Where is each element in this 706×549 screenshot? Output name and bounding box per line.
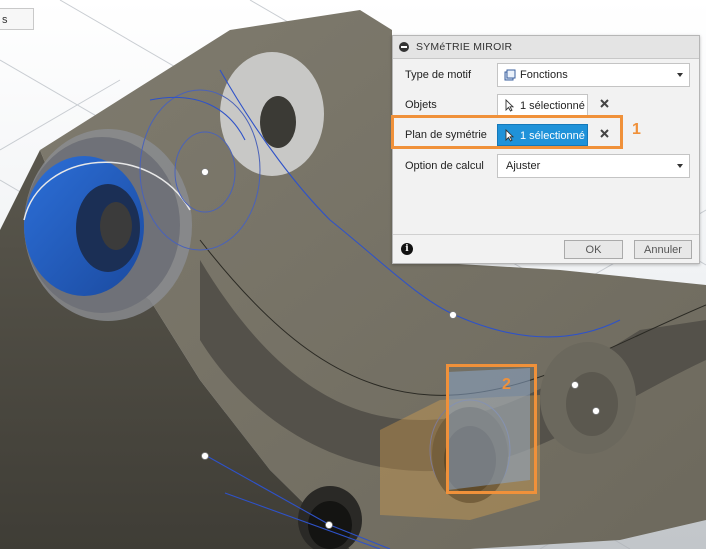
row-compute-option: Option de calcul Ajuster (393, 153, 699, 179)
dialog-title: SYMéTRIE MIROIR (416, 41, 513, 53)
ok-button[interactable]: OK (564, 240, 623, 259)
info-icon[interactable]: i (401, 243, 413, 255)
collapse-icon[interactable] (399, 42, 409, 52)
dialog-header[interactable]: SYMéTRIE MIROIR (393, 36, 699, 59)
highlight-box-1 (391, 115, 623, 149)
cancel-button[interactable]: Annuler (634, 240, 692, 259)
cursor-icon (505, 99, 514, 112)
compute-option-value: Ajuster (506, 160, 541, 172)
mirror-dialog: SYMéTRIE MIROIR Type de motif Fonctions … (392, 35, 700, 264)
pattern-type-value: Fonctions (520, 69, 568, 81)
dialog-footer: i OK Annuler (393, 234, 699, 263)
objects-label: Objets (405, 99, 437, 111)
row-pattern-type: Type de motif Fonctions (393, 62, 699, 88)
pattern-type-select[interactable]: Fonctions (497, 63, 690, 87)
close-icon[interactable] (599, 98, 610, 109)
highlight-box-2 (446, 364, 537, 494)
objects-value: 1 sélectionné (520, 100, 585, 112)
objects-select-button[interactable]: 1 sélectionné (497, 94, 588, 116)
pattern-type-label: Type de motif (405, 69, 472, 81)
feature-icon (504, 69, 516, 81)
callout-number-1: 1 (632, 121, 641, 138)
corner-tab[interactable]: s (0, 8, 34, 30)
callout-number-2: 2 (502, 376, 511, 393)
chevron-down-icon (677, 164, 683, 168)
compute-option-select[interactable]: Ajuster (497, 154, 690, 178)
chevron-down-icon (677, 73, 683, 77)
compute-option-label: Option de calcul (405, 160, 484, 172)
